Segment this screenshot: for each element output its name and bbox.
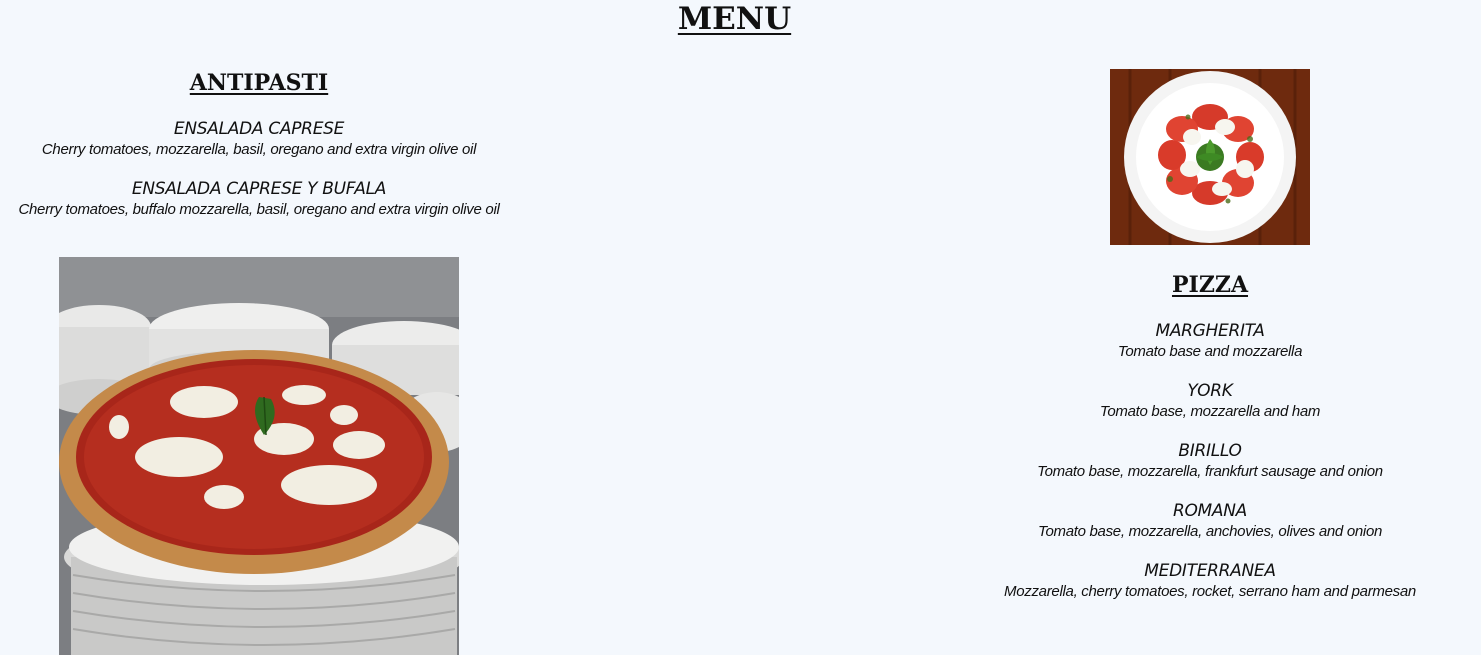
menu-item: ENSALADA CAPRESE Y BUFALA Cherry tomatoe…	[0, 178, 518, 220]
caprese-photo-drawing	[1110, 69, 1310, 245]
menu-item: MEDITERRANEA Mozzarella, cherry tomatoes…	[940, 560, 1480, 602]
menu-item-name: ENSALADA CAPRESE Y BUFALA	[131, 179, 387, 199]
menu-item: MARGHERITA Tomato base and mozzarella	[940, 320, 1480, 362]
menu-page: MENU ANTIPASTI ENSALADA CAPRESE Cherry t…	[0, 0, 1481, 655]
menu-item-description: Tomato base, mozzarella, frankfurt sausa…	[1037, 463, 1383, 480]
menu-title: MENU	[677, 1, 792, 37]
menu-item-description: Cherry tomatoes, buffalo mozzarella, bas…	[18, 201, 500, 218]
menu-item-description: Mozzarella, cherry tomatoes, rocket, ser…	[1004, 583, 1416, 600]
menu-item-description: Tomato base, mozzarella and ham	[1099, 403, 1321, 420]
pizza-title: PIZZA	[1171, 272, 1249, 298]
caprese-salad-photo	[1110, 69, 1310, 245]
antipasti-section: ANTIPASTI ENSALADA CAPRESE Cherry tomato…	[0, 68, 518, 238]
pizza-section: PIZZA MARGHERITA Tomato base and mozzare…	[940, 270, 1480, 620]
menu-item-name: ENSALADA CAPRESE	[173, 119, 345, 139]
menu-item: BIRILLO Tomato base, mozzarella, frankfu…	[940, 440, 1480, 482]
menu-item-name: YORK	[1187, 381, 1233, 401]
pizza-photo-drawing	[59, 257, 459, 655]
menu-item-name: BIRILLO	[1178, 441, 1242, 461]
menu-item: YORK Tomato base, mozzarella and ham	[940, 380, 1480, 422]
antipasti-title: ANTIPASTI	[189, 70, 329, 96]
menu-item-name: ROMANA	[1172, 501, 1248, 521]
menu-item: ENSALADA CAPRESE Cherry tomatoes, mozzar…	[0, 118, 518, 160]
menu-item-description: Cherry tomatoes, mozzarella, basil, oreg…	[41, 141, 477, 158]
menu-item-description: Tomato base and mozzarella	[1117, 343, 1303, 360]
margherita-pizza-photo	[59, 257, 459, 655]
menu-item-name: MARGHERITA	[1155, 321, 1265, 341]
menu-item: ROMANA Tomato base, mozzarella, anchovie…	[940, 500, 1480, 542]
menu-item-name: MEDITERRANEA	[1144, 561, 1276, 581]
menu-item-description: Tomato base, mozzarella, anchovies, oliv…	[1037, 523, 1383, 540]
